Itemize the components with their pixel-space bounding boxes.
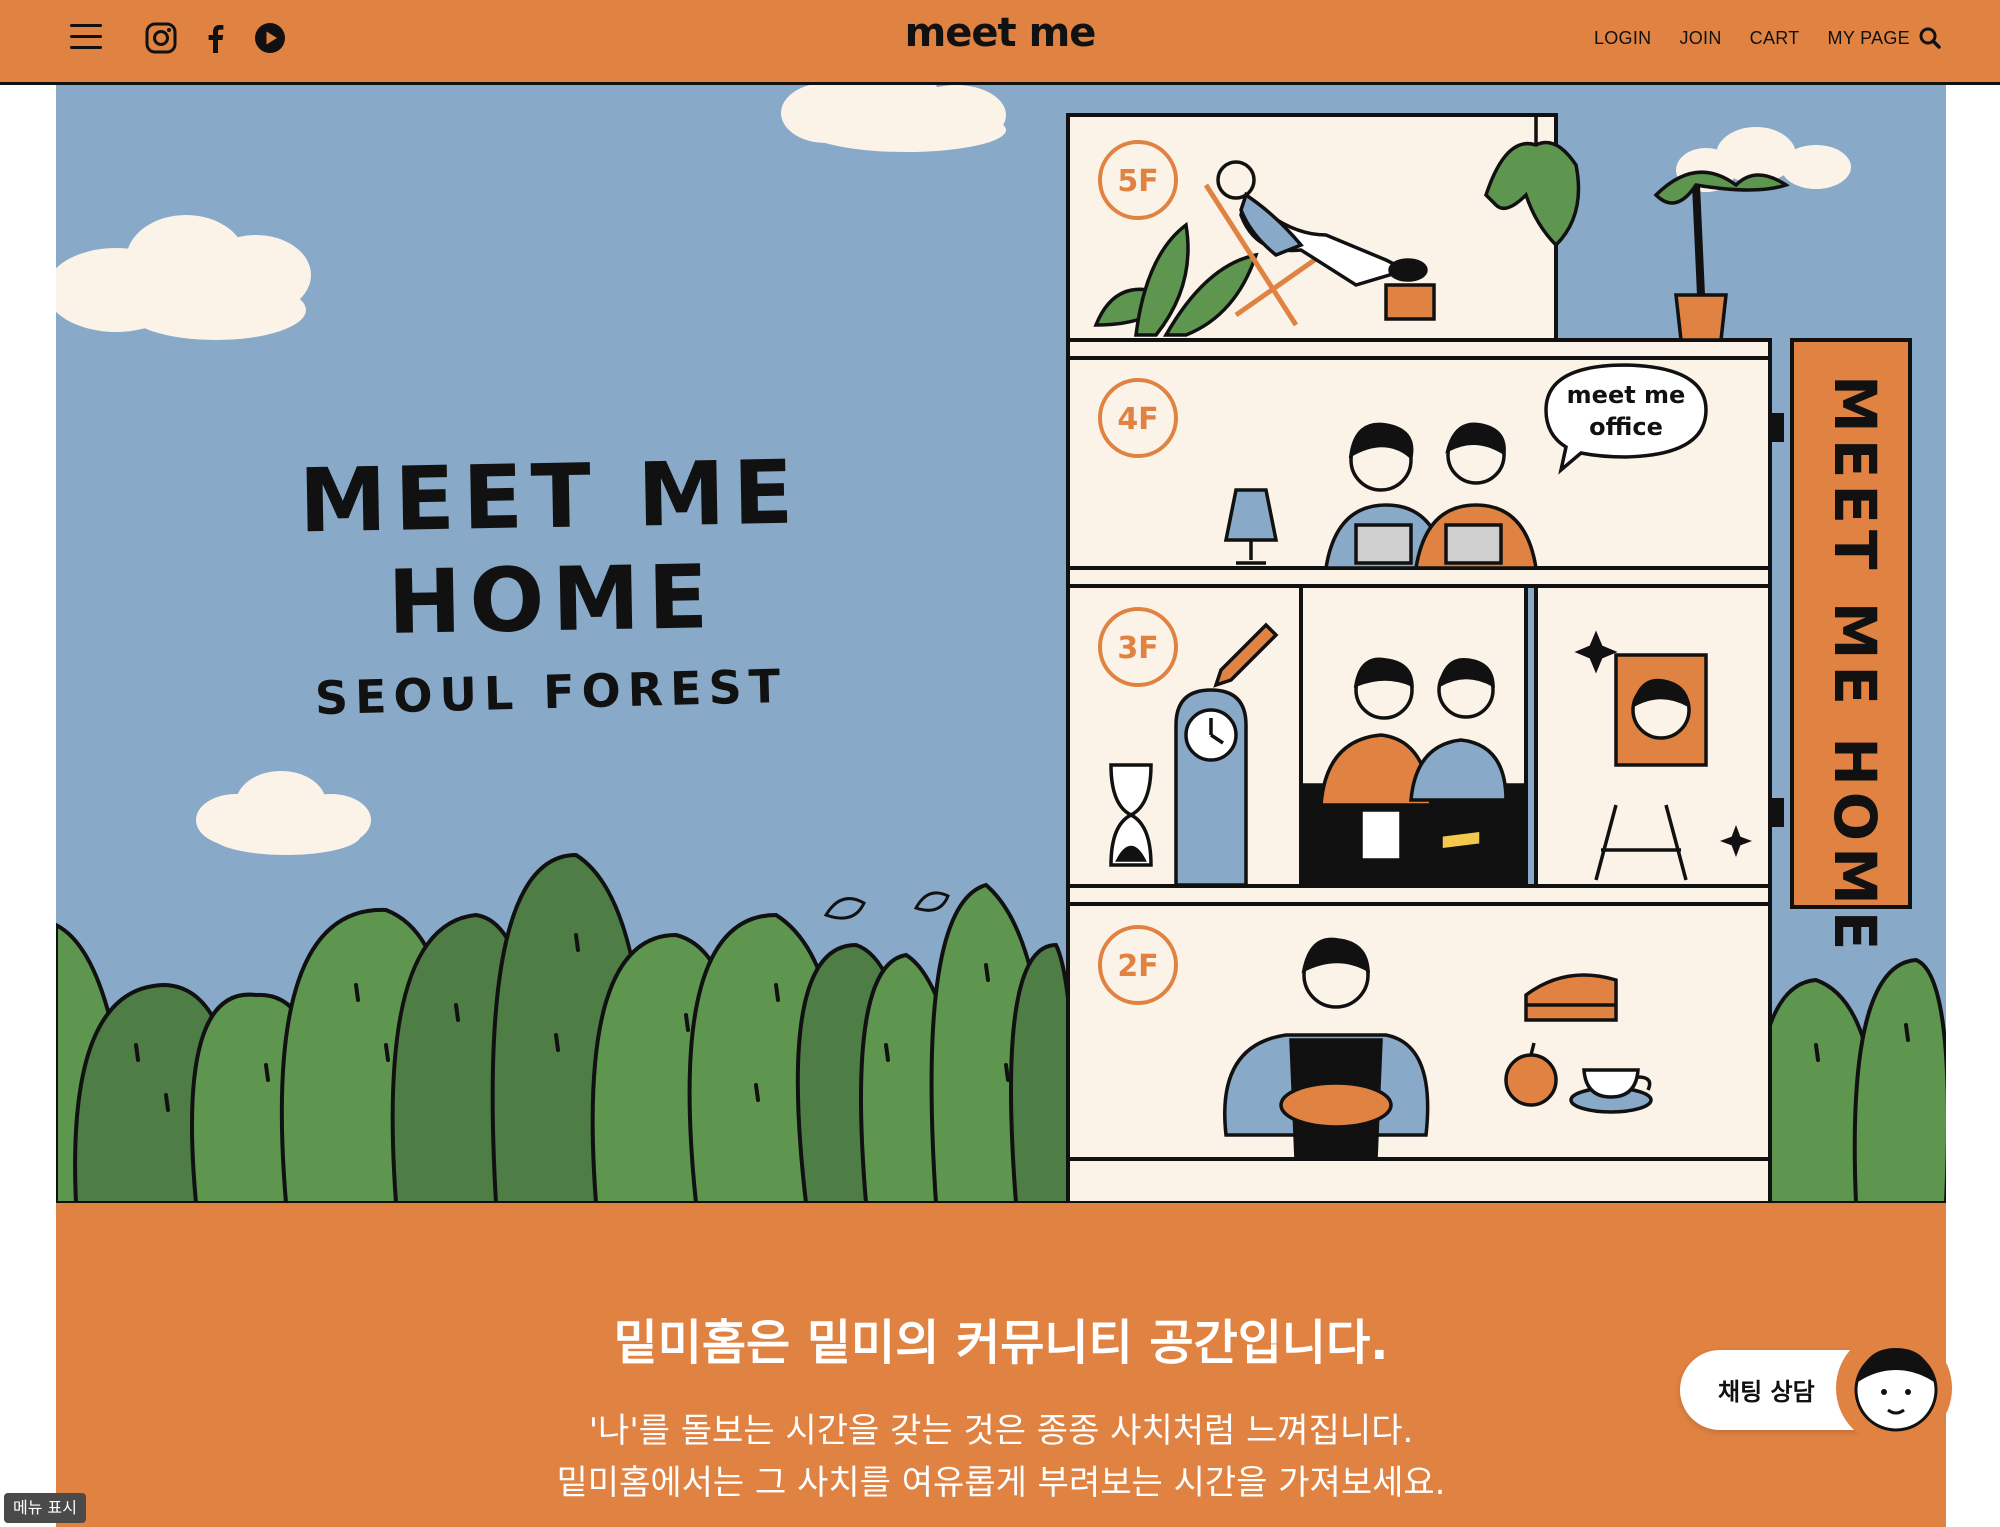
cloud-icon — [196, 771, 371, 855]
menu-tooltip: 메뉴 표시 — [4, 1493, 86, 1523]
cart-link[interactable]: CART — [1750, 28, 1800, 49]
palm-plant-icon — [1653, 170, 1790, 342]
floor-label-2f: 2F — [1117, 949, 1158, 984]
search-icon[interactable] — [1918, 26, 1942, 50]
site-logo[interactable]: meet me — [905, 10, 1097, 56]
bird-icon — [823, 891, 950, 920]
menu-icon[interactable] — [70, 24, 102, 50]
floor-label-4f: 4F — [1117, 402, 1158, 437]
intro-heading: 밑미홈은 밑미의 커뮤니티 공간입니다. — [613, 1315, 1389, 1371]
youtube-icon[interactable] — [254, 22, 286, 54]
chat-consult-label: 채팅 상담 — [1718, 1378, 1815, 1406]
top-header: meet me LOGIN JOIN CART MY PAGE — [0, 0, 2000, 85]
hero-subtitle: SEOUL FOREST — [314, 658, 788, 726]
page: meet me LOGIN JOIN CART MY PAGE 5F 4F 3F… — [0, 0, 2000, 1527]
clock-icon — [1174, 688, 1248, 887]
hero-title: MEET ME HOME — [298, 440, 803, 654]
speech-bubble-line1: meet me — [1567, 381, 1686, 409]
join-link[interactable]: JOIN — [1679, 28, 1721, 49]
login-link[interactable]: LOGIN — [1594, 28, 1652, 49]
hero-banner: 5F 4F 3F 2F meet me office MEET ME HOME … — [56, 85, 1946, 1203]
intro-line-2: 밑미홈에서는 그 사치를 여유롭게 부려보는 시간을 가져보세요. — [556, 1463, 1446, 1503]
floor-label-3f: 3F — [1117, 631, 1158, 666]
facebook-icon[interactable] — [200, 22, 232, 54]
intro-section: 밑미홈은 밑미의 커뮤니티 공간입니다. '나'를 돌보는 시간을 갖는 것은 … — [56, 1203, 1946, 1527]
chat-avatar-icon[interactable] — [1836, 1330, 1952, 1446]
cloud-icon — [781, 85, 1006, 152]
mypage-link[interactable]: MY PAGE — [1828, 28, 1910, 49]
intro-line-1: '나'를 돌보는 시간을 갖는 것은 종종 사치처럼 느껴집니다. — [588, 1411, 1414, 1451]
floor-label-5f: 5F — [1117, 164, 1158, 199]
speech-bubble-line2: office — [1589, 413, 1663, 441]
cloud-icon — [56, 215, 311, 340]
hero-title-block: MEET ME HOME SEOUL FOREST — [151, 441, 951, 726]
instagram-icon[interactable] — [145, 22, 177, 54]
top-nav: LOGIN JOIN CART MY PAGE — [1594, 28, 1910, 49]
vertical-sign-text: MEET ME HOME — [1821, 375, 1889, 956]
